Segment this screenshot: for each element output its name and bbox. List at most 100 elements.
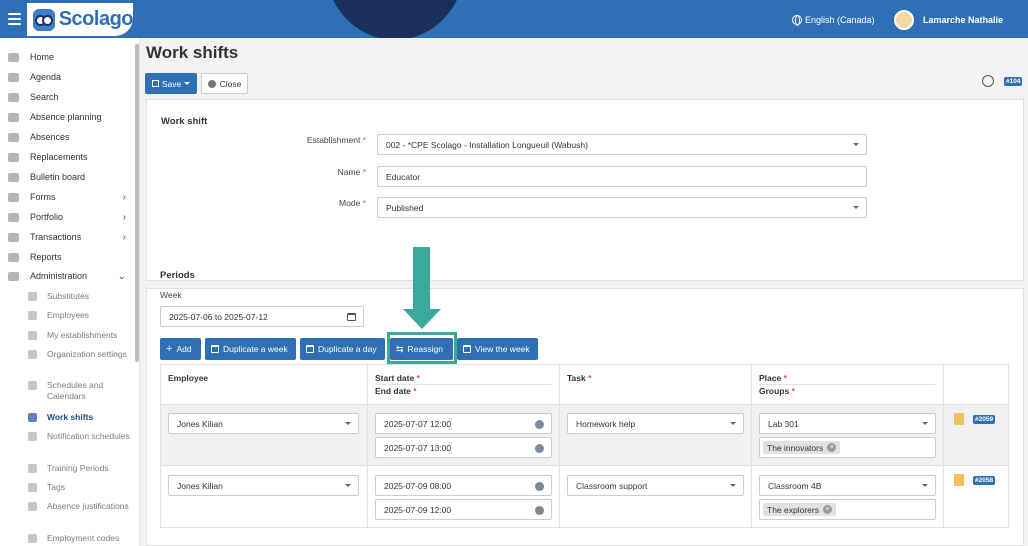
gear-icon xyxy=(8,271,19,281)
save-button[interactable]: Save xyxy=(145,73,197,94)
end-date-field[interactable]: 2025-07-07 13:00 xyxy=(375,437,552,458)
chevron-right-icon: › xyxy=(122,212,126,223)
report-icon xyxy=(8,252,19,262)
work-shift-card: Work shift Establishment * 002 - *CPE Sc… xyxy=(146,99,1024,281)
duplicate-week-button[interactable]: Duplicate a week xyxy=(205,338,296,360)
refresh-icon xyxy=(28,464,37,473)
sidebar-subitem-notification-schedules[interactable]: Notification schedules xyxy=(25,431,130,442)
header-decoration xyxy=(325,0,465,38)
plus-icon: + xyxy=(166,343,173,355)
record-id-badge: #104 xyxy=(1004,77,1023,86)
header-divider xyxy=(759,384,935,385)
clock-icon xyxy=(535,444,544,453)
employee-select[interactable]: Jones Kilian xyxy=(168,413,359,434)
user-name[interactable]: Lamarche Nathalie xyxy=(923,15,1003,25)
clock-icon xyxy=(535,506,544,515)
end-date-field[interactable]: 2025-07-09 12:00 xyxy=(375,499,552,520)
replace-icon xyxy=(8,152,19,162)
view-week-label: View the week xyxy=(475,344,530,354)
end-date-value: 2025-07-09 12:00 xyxy=(384,504,452,515)
sidebar-item-portfolio[interactable]: Portfolio › xyxy=(0,208,132,226)
sidebar-subitem-work-shifts[interactable]: Work shifts xyxy=(25,412,130,423)
avatar[interactable] xyxy=(894,10,914,30)
view-week-button[interactable]: View the week xyxy=(457,338,538,360)
sidebar-item-transactions[interactable]: Transactions › xyxy=(0,228,132,246)
duplicate-day-button[interactable]: Duplicate a day xyxy=(300,338,385,360)
sidebar-item-absence-planning[interactable]: Absence planning xyxy=(0,108,132,126)
sidebar-subitem-training-periods[interactable]: Training Periods xyxy=(25,463,130,474)
sidebar-subitem-my-establishments[interactable]: My establishments xyxy=(25,330,130,341)
sidebar-subitem-label: My establishments xyxy=(47,330,118,340)
remove-tag-icon[interactable]: × xyxy=(827,443,837,452)
sidebar-scrollbar[interactable] xyxy=(135,44,139,362)
group-tag: The innovators × xyxy=(763,441,841,454)
calendar-icon xyxy=(8,112,19,122)
start-date-value: 2025-07-09 08:00 xyxy=(384,480,452,491)
place-select[interactable]: Lab 301 xyxy=(759,413,936,434)
sidebar-subitem-employees[interactable]: Employees xyxy=(25,310,130,321)
period-id-badge: #2059 xyxy=(973,415,996,424)
task-select[interactable]: Homework help xyxy=(567,413,744,434)
sidebar-subitem-organization-settings[interactable]: Organization settings xyxy=(25,349,130,360)
close-button[interactable]: Close xyxy=(201,73,248,94)
sidebar-subitem-absence-justifications[interactable]: Absence justifications xyxy=(25,501,130,512)
trash-icon[interactable] xyxy=(954,474,964,486)
close-label: Close xyxy=(219,78,242,89)
add-button[interactable]: + Add xyxy=(160,338,201,360)
language-selector[interactable]: English (Canada) xyxy=(792,15,875,26)
section-title: Work shift xyxy=(161,116,208,127)
calendar-icon xyxy=(347,313,356,321)
sidebar-item-replacements[interactable]: Replacements xyxy=(0,148,132,166)
chevron-down-icon xyxy=(730,422,736,425)
establishment-label: Establishment * xyxy=(306,135,366,145)
remove-tag-icon[interactable]: × xyxy=(822,505,832,514)
page-title: Work shifts xyxy=(146,43,239,62)
week-date-range-input[interactable]: 2025-07-06 to 2025-07-12 xyxy=(160,306,364,327)
mode-label: Mode * xyxy=(339,198,366,208)
start-date-field[interactable]: 2025-07-09 08:00 xyxy=(375,475,552,496)
sidebar-item-bulletin-board[interactable]: Bulletin board xyxy=(0,168,132,186)
sidebar-subitem-schedules-and-calendars[interactable]: Schedules and Calendars xyxy=(25,380,130,402)
week-label: Week xyxy=(160,290,182,300)
sidebar-subitem-tags[interactable]: Tags xyxy=(25,482,130,493)
trash-icon[interactable] xyxy=(954,413,964,425)
user-icon xyxy=(28,292,37,301)
sidebar-item-administration[interactable]: Administration ⌄ xyxy=(0,267,132,285)
employee-select[interactable]: Jones Kilian xyxy=(168,475,359,496)
top-bar: Scolago English (Canada) Lamarche Nathal… xyxy=(0,0,1028,38)
sidebar-subitem-substitutes[interactable]: Substitutes xyxy=(25,291,130,302)
mode-select[interactable]: Published xyxy=(377,197,867,218)
sidebar-item-absences[interactable]: Absences xyxy=(0,128,132,146)
column-divider xyxy=(559,364,560,527)
task-select[interactable]: Classroom support xyxy=(567,475,744,496)
sidebar-item-forms[interactable]: Forms › xyxy=(0,188,132,206)
home-icon xyxy=(8,52,19,62)
chevron-down-icon xyxy=(853,206,859,209)
sidebar-subitem-employment-codes[interactable]: Employment codes xyxy=(25,533,130,544)
group-tag-label: The explorers xyxy=(767,504,819,515)
sidebar-item-search[interactable]: Search xyxy=(0,88,132,106)
history-icon[interactable] xyxy=(982,75,994,87)
user-absent-icon xyxy=(8,132,19,142)
sidebar-item-reports[interactable]: Reports xyxy=(0,248,132,266)
code-icon xyxy=(28,534,37,543)
establishment-select[interactable]: 002 - *CPE Scolago - Installation Longue… xyxy=(377,134,867,155)
column-divider xyxy=(751,364,752,527)
app-name: Scolago xyxy=(58,8,134,30)
task-value: Classroom support xyxy=(576,480,648,491)
name-field[interactable]: Educator xyxy=(377,166,867,187)
sidebar-item-agenda[interactable]: Agenda xyxy=(0,68,132,86)
pointer-arrow-head-icon xyxy=(403,309,441,329)
calendar-icon xyxy=(8,72,19,82)
hamburger-menu-icon[interactable] xyxy=(8,13,21,25)
place-select[interactable]: Classroom 4B xyxy=(759,475,936,496)
start-date-field[interactable]: 2025-07-07 12:00 xyxy=(375,413,552,434)
app-logo[interactable]: Scolago xyxy=(27,3,134,36)
column-header-end-date: End date * xyxy=(375,386,417,396)
add-label: Add xyxy=(176,344,192,354)
task-value: Homework help xyxy=(576,418,636,429)
sidebar-item-home[interactable]: Home xyxy=(0,48,132,66)
sidebar-item-label: Agenda xyxy=(30,72,62,82)
chevron-right-icon: › xyxy=(122,232,126,243)
reassign-highlight-box xyxy=(387,332,457,364)
